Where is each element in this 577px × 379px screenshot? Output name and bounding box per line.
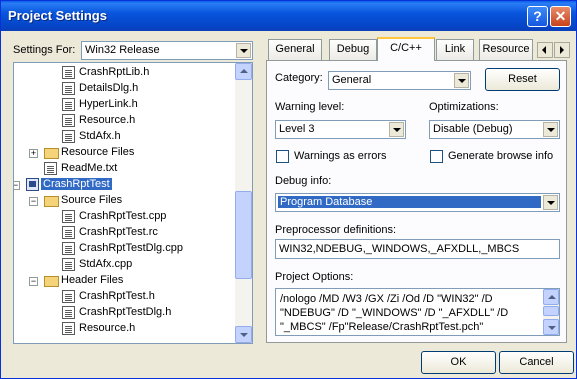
debug-info-label: Debug info: — [275, 175, 332, 187]
close-button[interactable]: ✕ — [550, 6, 571, 27]
project-settings-window: Project Settings ? ✕ Settings For: Win32… — [0, 0, 577, 379]
file-icon — [62, 82, 75, 95]
scroll-down-icon[interactable] — [543, 319, 559, 335]
folder-icon — [44, 196, 59, 207]
title-bar[interactable]: Project Settings ? ✕ — [1, 1, 576, 31]
tree-item-label: CrashRptTest — [41, 178, 112, 190]
collapse-icon[interactable]: − — [14, 181, 20, 190]
file-icon — [62, 98, 75, 111]
scroll-down-icon[interactable] — [235, 326, 252, 343]
settings-for-label: Settings For: — [13, 44, 76, 56]
tree-item-label: CrashRptLib.h — [79, 66, 150, 78]
chevron-down-icon[interactable] — [389, 122, 404, 137]
tree-item-label: Resource Files — [61, 146, 135, 158]
project-options-scrollbar[interactable] — [543, 289, 559, 335]
warning-level-label: Warning level: — [275, 101, 345, 113]
category-label: Category: — [275, 72, 323, 84]
tree-item-label: CrashRptTest.cpp — [79, 210, 167, 222]
tab-link[interactable]: Link — [436, 39, 474, 60]
tree-item-label: StdAfx.h — [79, 130, 121, 142]
generate-browse-info-label[interactable]: Generate browse info — [448, 150, 553, 162]
tab-scroll-left-icon[interactable] — [537, 42, 553, 58]
warning-level-value: Level 3 — [279, 123, 315, 135]
tab-scroll-right-icon[interactable] — [554, 42, 570, 58]
project-tree[interactable]: CrashRptLib.h DetailsDlg.h HyperLink.h Reso… — [13, 62, 253, 344]
tab-cpp[interactable]: C/C++ — [377, 37, 435, 61]
debug-info-value: Program Database — [278, 196, 541, 208]
tree-item-label: Header Files — [61, 274, 124, 286]
project-options-textarea[interactable]: /nologo /MD /W3 /GX /Zi /Od /D "WIN32" /… — [275, 288, 560, 336]
expand-icon[interactable]: + — [29, 149, 38, 158]
file-icon — [62, 258, 75, 271]
optimizations-dropdown[interactable]: Disable (Debug) — [429, 120, 560, 139]
file-icon — [62, 322, 75, 335]
debug-info-dropdown[interactable]: Program Database — [275, 193, 560, 212]
tree-scrollbar[interactable] — [235, 63, 252, 343]
collapse-icon[interactable]: − — [29, 197, 38, 206]
tree-item-label: DetailsDlg.h — [79, 82, 139, 94]
scroll-thumb[interactable] — [543, 306, 559, 316]
tree-item-label: ReadMe.txt — [61, 162, 118, 174]
scroll-thumb[interactable] — [235, 191, 252, 279]
tree-item-label: Resource.h — [79, 114, 136, 126]
tree-item-label: Resource.h — [79, 322, 136, 334]
file-icon — [62, 114, 75, 127]
optimizations-label: Optimizations: — [429, 101, 499, 113]
tree-item-label: Source Files — [61, 194, 123, 206]
settings-for-dropdown[interactable]: Win32 Release — [81, 41, 253, 60]
folder-icon — [44, 148, 59, 159]
category-value: General — [332, 74, 372, 86]
file-icon — [44, 162, 57, 175]
file-icon — [62, 226, 75, 239]
preprocessor-label: Preprocessor definitions: — [275, 224, 397, 236]
warning-level-dropdown[interactable]: Level 3 — [275, 120, 406, 139]
preprocessor-input[interactable]: WIN32,NDEBUG,_WINDOWS,_AFXDLL,_MBCS — [275, 239, 560, 259]
chevron-down-icon[interactable] — [543, 195, 558, 210]
project-options-value: /nologo /MD /W3 /GX /Zi /Od /D "WIN32" /… — [280, 293, 509, 333]
warnings-as-errors-label[interactable]: Warnings as errors — [294, 150, 387, 162]
cpp-settings-panel: Category: General Reset Warning level: L… — [266, 60, 567, 343]
generate-browse-info-checkbox[interactable] — [430, 150, 443, 163]
file-icon — [62, 130, 75, 143]
chevron-down-icon[interactable] — [454, 73, 469, 88]
settings-for-value: Win32 Release — [85, 44, 160, 56]
tab-general[interactable]: General — [268, 39, 322, 60]
project-icon — [26, 178, 39, 191]
file-icon — [62, 66, 75, 79]
tab-resource[interactable]: Resource — [479, 39, 533, 60]
folder-icon — [44, 276, 59, 287]
tree-item-label: CrashRptTest.rc — [79, 226, 158, 238]
chevron-down-icon[interactable] — [543, 122, 558, 137]
reset-button[interactable]: Reset — [485, 68, 560, 91]
tree-item-label: StdAfx.cpp — [79, 258, 133, 270]
collapse-icon[interactable]: − — [29, 277, 38, 286]
tree-item-label: HyperLink.h — [79, 98, 138, 110]
file-icon — [62, 306, 75, 319]
file-icon — [62, 290, 75, 303]
warnings-as-errors-checkbox[interactable] — [276, 150, 289, 163]
window-title: Project Settings — [8, 8, 107, 23]
tab-debug[interactable]: Debug — [329, 39, 377, 60]
chevron-down-icon[interactable] — [236, 43, 251, 58]
scroll-up-icon[interactable] — [235, 63, 252, 80]
ok-button[interactable]: OK — [421, 351, 496, 374]
file-icon — [62, 210, 75, 223]
tree-item-label: CrashRptTestDlg.cpp — [79, 242, 183, 254]
help-button[interactable]: ? — [527, 6, 548, 27]
cancel-button[interactable]: Cancel — [499, 351, 574, 374]
project-options-label: Project Options: — [275, 271, 354, 283]
preprocessor-value: WIN32,NDEBUG,_WINDOWS,_AFXDLL,_MBCS — [279, 243, 520, 255]
tree-item-label: CrashRptTestDlg.h — [79, 306, 172, 318]
tree-item-label: CrashRptTest.h — [79, 290, 155, 302]
optimizations-value: Disable (Debug) — [433, 123, 513, 135]
category-dropdown[interactable]: General — [328, 71, 471, 90]
file-icon — [62, 242, 75, 255]
scroll-up-icon[interactable] — [543, 289, 559, 305]
